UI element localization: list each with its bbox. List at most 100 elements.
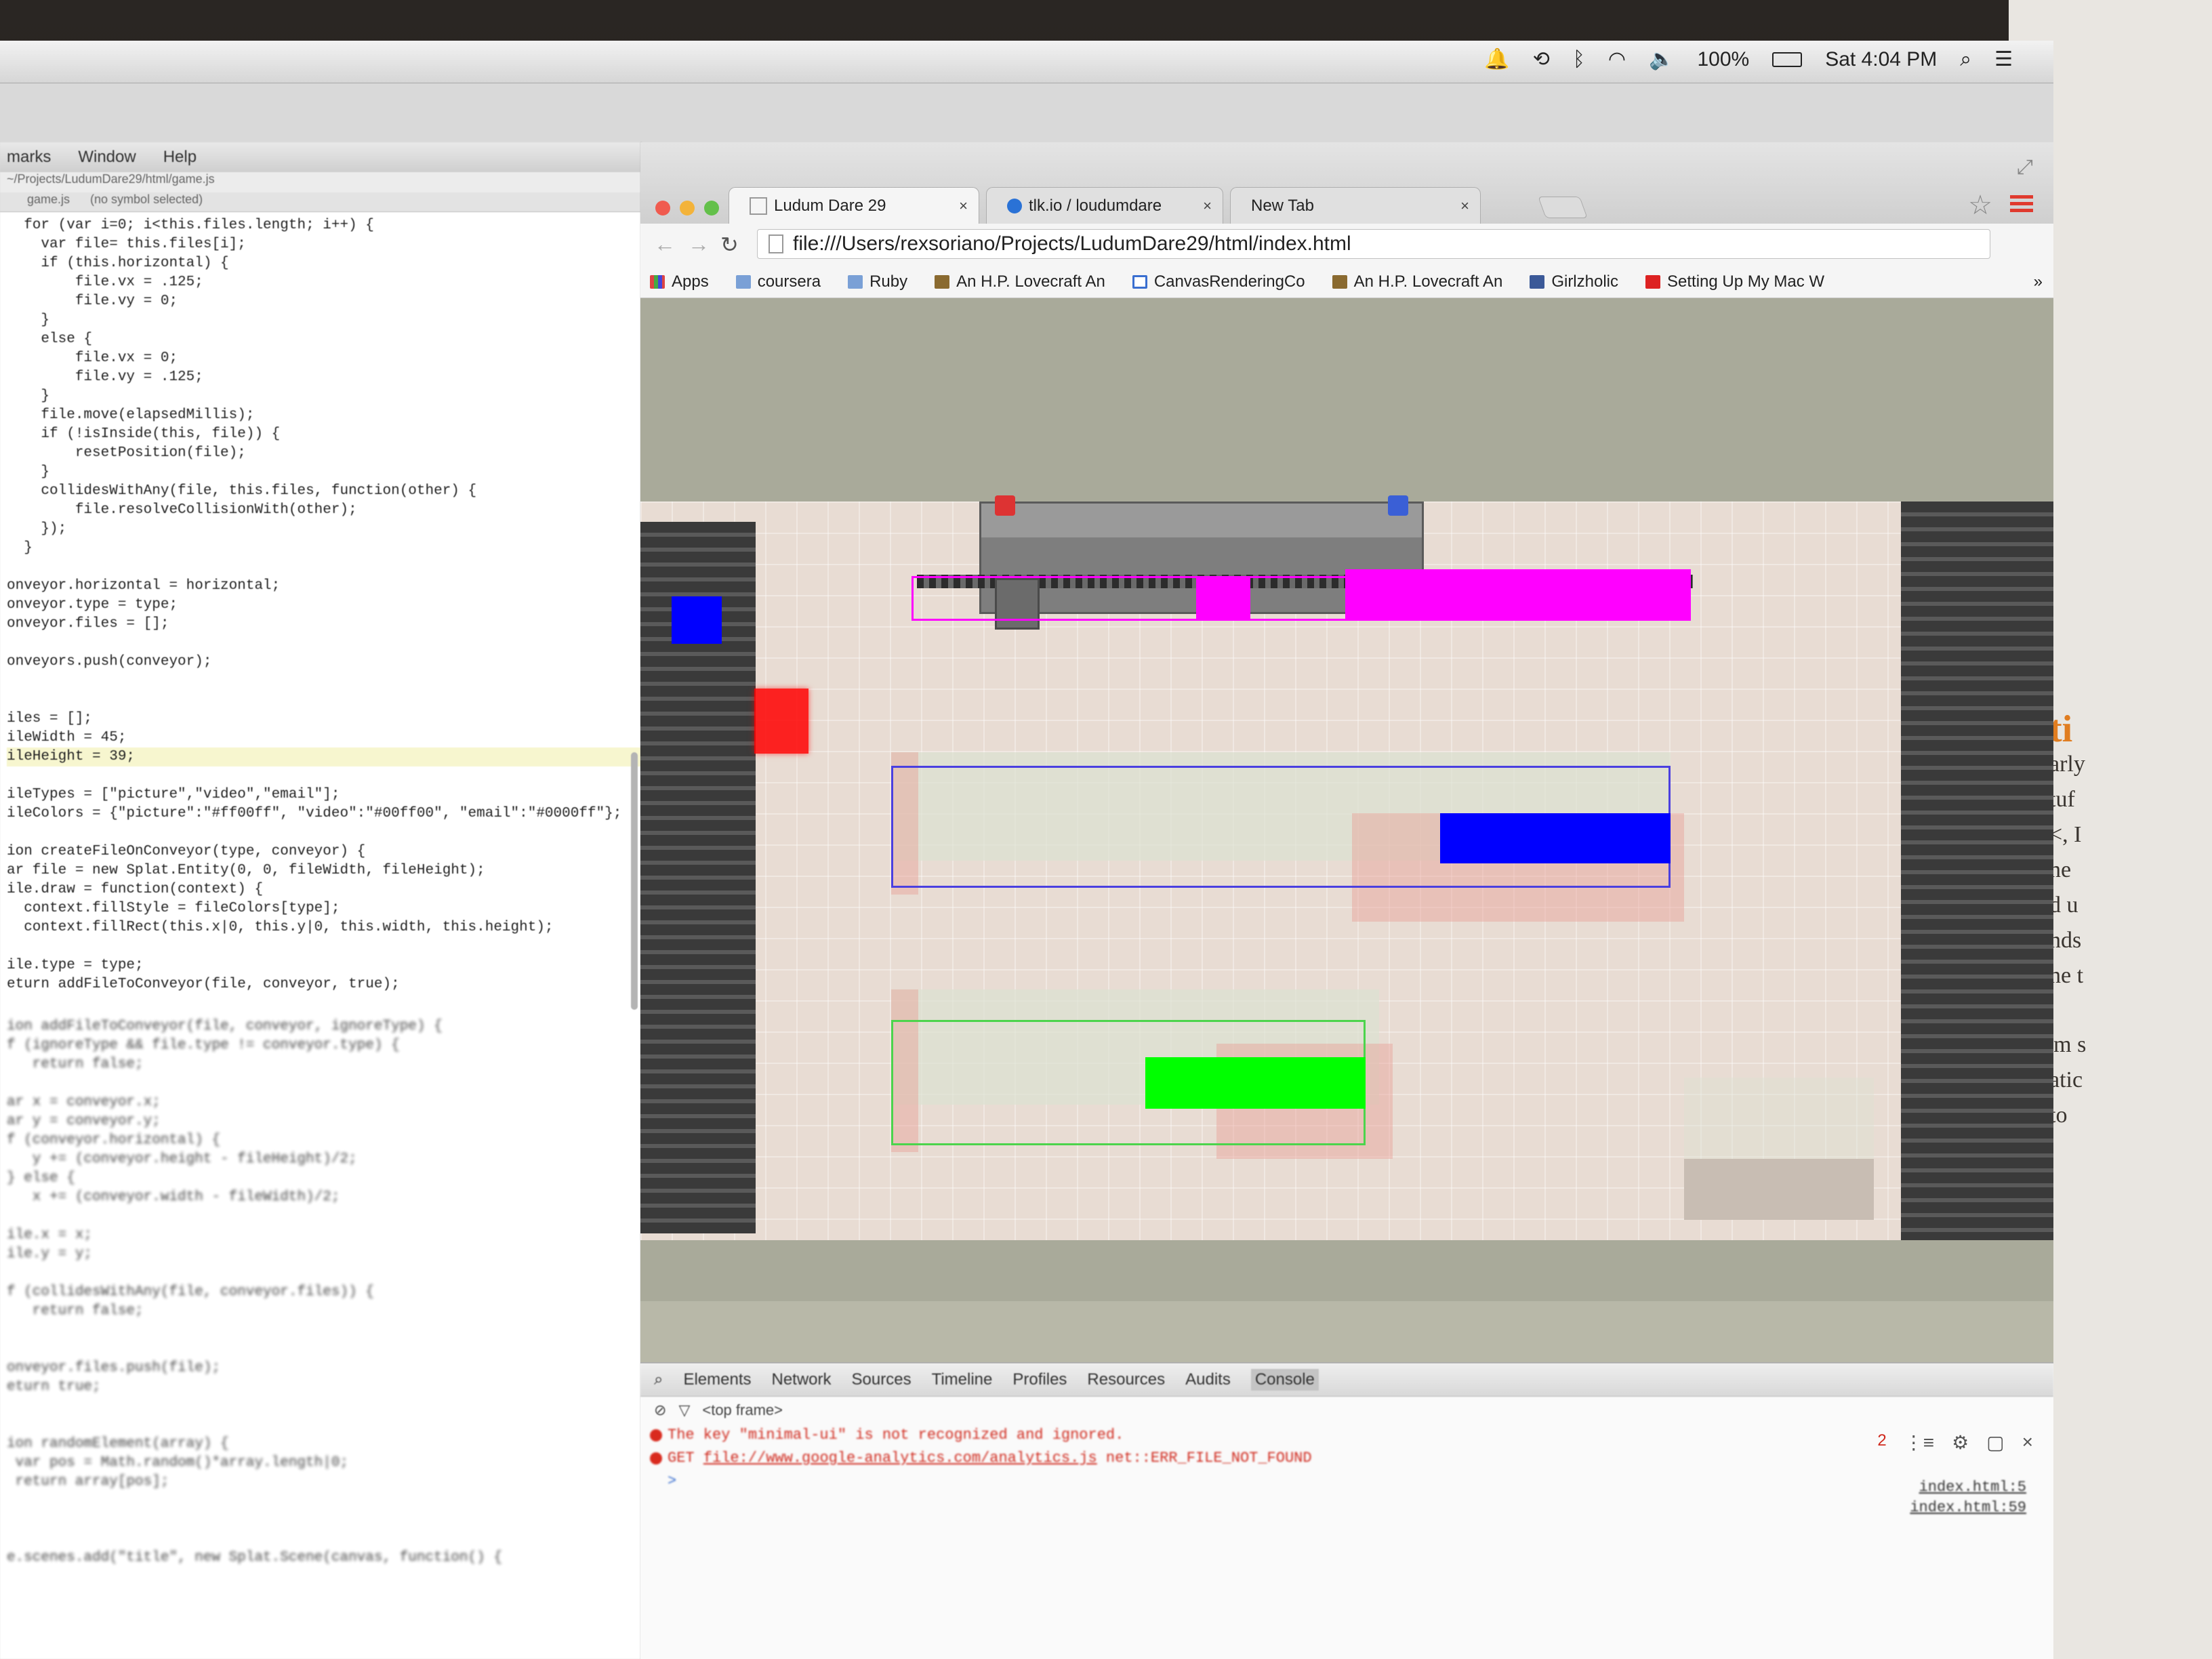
back-arrow-icon[interactable]: ← (654, 232, 676, 257)
close-tab-icon[interactable]: × (1460, 197, 1469, 215)
video-file (1145, 1057, 1366, 1109)
more-bookmarks-icon[interactable]: » (2034, 272, 2043, 291)
spotlight-search-icon[interactable]: ⌕ (1960, 48, 1971, 71)
screen: 🔔 ⟲ ᛒ ◠ 🔈 100% Sat 4:04 PM ⌕ ☰ marks Win… (0, 41, 2053, 1659)
code-line: return array[pos]; (7, 1474, 169, 1490)
blue-lamp (1388, 495, 1408, 516)
new-tab-button[interactable] (1538, 197, 1588, 218)
request-url[interactable]: file://www.google-analytics.com/analytic… (703, 1450, 1097, 1467)
maximize-window-button[interactable] (704, 201, 719, 216)
devtools-tab-audits[interactable]: Audits (1185, 1370, 1231, 1389)
code-line: var pos = Math.random()*array.length|0; (7, 1455, 349, 1471)
reload-icon[interactable]: ↻ (720, 232, 739, 258)
devtools-tab-elements[interactable]: Elements (683, 1370, 751, 1389)
code-line: ileHeight = 39; (7, 747, 640, 766)
code-line: f (collidesWithAny(file, conveyor.files)… (7, 1284, 374, 1300)
time-machine-icon[interactable]: ⟲ (1533, 47, 1550, 71)
search-icon[interactable]: ⌕ (654, 1370, 663, 1389)
fullscreen-icon[interactable]: ⤢ (2017, 156, 2033, 179)
clear-console-icon[interactable]: ⊘ (654, 1401, 666, 1419)
menu-bookmarks[interactable]: marks (7, 148, 51, 167)
source-link[interactable]: index.html:59 (1910, 1499, 2026, 1516)
bookmark-lovecraft-2[interactable]: An H.P. Lovecraft An (1332, 272, 1502, 291)
wall-text-4: ne (2049, 857, 2072, 882)
picture-file (1196, 576, 1250, 621)
devtools-tab-timeline[interactable]: Timeline (932, 1370, 993, 1389)
menu-window[interactable]: Window (78, 148, 136, 167)
bookmark-ruby[interactable]: Ruby (848, 272, 907, 291)
wall-text-1: arly (2049, 752, 2085, 777)
code-line: ile.x = x; (7, 1227, 93, 1243)
wifi-icon[interactable]: ◠ (1608, 47, 1626, 71)
bookmark-coursera[interactable]: coursera (735, 272, 821, 291)
code-line: ar file = new Splat.Entity(0, 0, fileWid… (7, 863, 485, 878)
menu-help[interactable]: Help (163, 148, 197, 167)
right-conveyor (1901, 501, 2053, 1240)
bookmark-label: Girlzholic (1551, 272, 1618, 291)
machine-top (981, 504, 1422, 537)
bookmark-canvas[interactable]: CanvasRenderingCo (1132, 272, 1305, 291)
cloud-icon (1007, 198, 1022, 213)
code-line: onveyor.files = []; (7, 616, 169, 632)
devtools-tab-profiles[interactable]: Profiles (1012, 1370, 1067, 1389)
frame-selector[interactable]: <top frame> (702, 1401, 783, 1419)
tab-ludum-dare[interactable]: Ludum Dare 29 × (729, 187, 979, 224)
editor-file-tab[interactable]: game.js (27, 192, 70, 211)
tab-title: Ludum Dare 29 (774, 196, 886, 215)
browser-toolbar: ← → ↻ file:///Users/rexsoriano/Projects/… (640, 224, 2053, 266)
error-icon (650, 1429, 662, 1441)
code-line: } (7, 540, 33, 556)
tab-new-tab[interactable]: New Tab × (1230, 187, 1481, 224)
filter-icon[interactable]: ▽ (678, 1401, 690, 1419)
folder-icon (848, 274, 863, 289)
close-window-button[interactable] (655, 201, 670, 216)
address-bar[interactable]: file:///Users/rexsoriano/Projects/LudumD… (757, 229, 1990, 259)
code-line: f (ignoreType && file.type != conveyor.t… (7, 1038, 400, 1053)
chrome-menu-icon[interactable] (2010, 195, 2033, 213)
editor-scrollbar[interactable] (631, 752, 638, 1010)
bookmark-lovecraft-1[interactable]: An H.P. Lovecraft An (935, 272, 1105, 291)
red-file (754, 689, 808, 754)
page-icon (769, 234, 783, 253)
code-line: for (var i=0; i<this.files.length; i++) … (7, 218, 374, 233)
code-editor-window: marks Window Help ~/Projects/LudumDare29… (0, 142, 642, 1659)
devtools-tab-resources[interactable]: Resources (1087, 1370, 1165, 1389)
wall-text-9: atic (2049, 1067, 2083, 1092)
file-path: ~/Projects/LudumDare29/html/game.js (0, 172, 640, 192)
bookmark-apps[interactable]: Apps (650, 272, 709, 291)
devtools-tab-network[interactable]: Network (772, 1370, 832, 1389)
close-tab-icon[interactable]: × (1203, 197, 1212, 215)
forward-arrow-icon[interactable]: → (688, 232, 710, 257)
code-view[interactable]: for (var i=0; i<this.files.length; i++) … (0, 212, 640, 994)
battery-icon[interactable] (1772, 52, 1803, 67)
code-view-lower[interactable]: ion addFileToConveyor(file, conveyor, ig… (0, 994, 640, 1568)
code-line: } (7, 388, 50, 404)
page-icon (750, 197, 767, 215)
ghost-block (1684, 1078, 1874, 1159)
devtools-tab-sources[interactable]: Sources (852, 1370, 912, 1389)
console-prompt[interactable]: > (640, 1470, 2053, 1493)
bookmark-girlzholic[interactable]: Girlzholic (1530, 272, 1618, 291)
wall-text-5: d u (2049, 893, 2078, 918)
notification-center-icon[interactable]: ☰ (1994, 47, 2013, 71)
tab-tlkio[interactable]: tlk.io / loudumdare × (986, 187, 1223, 224)
devtools-tab-console[interactable]: Console (1250, 1369, 1319, 1391)
source-link[interactable]: index.html:5 (1919, 1479, 2026, 1496)
code-line: ar y = conveyor.y; (7, 1113, 161, 1129)
bookmark-star-icon[interactable]: ☆ (1968, 190, 1992, 221)
close-tab-icon[interactable]: × (959, 197, 968, 215)
bookmark-setting-up-mac[interactable]: Setting Up My Mac W (1645, 272, 1824, 291)
email-file (1440, 813, 1671, 863)
minimize-window-button[interactable] (680, 201, 695, 216)
game-canvas[interactable] (640, 298, 2053, 1301)
bluetooth-icon[interactable]: ᛒ (1573, 48, 1585, 71)
clock[interactable]: Sat 4:04 PM (1825, 48, 1937, 71)
notification-icon[interactable]: 🔔 (1484, 47, 1509, 71)
battery-percent[interactable]: 100% (1697, 48, 1749, 71)
volume-icon[interactable]: 🔈 (1649, 47, 1674, 71)
symbol-selector[interactable]: (no symbol selected) (90, 192, 203, 211)
